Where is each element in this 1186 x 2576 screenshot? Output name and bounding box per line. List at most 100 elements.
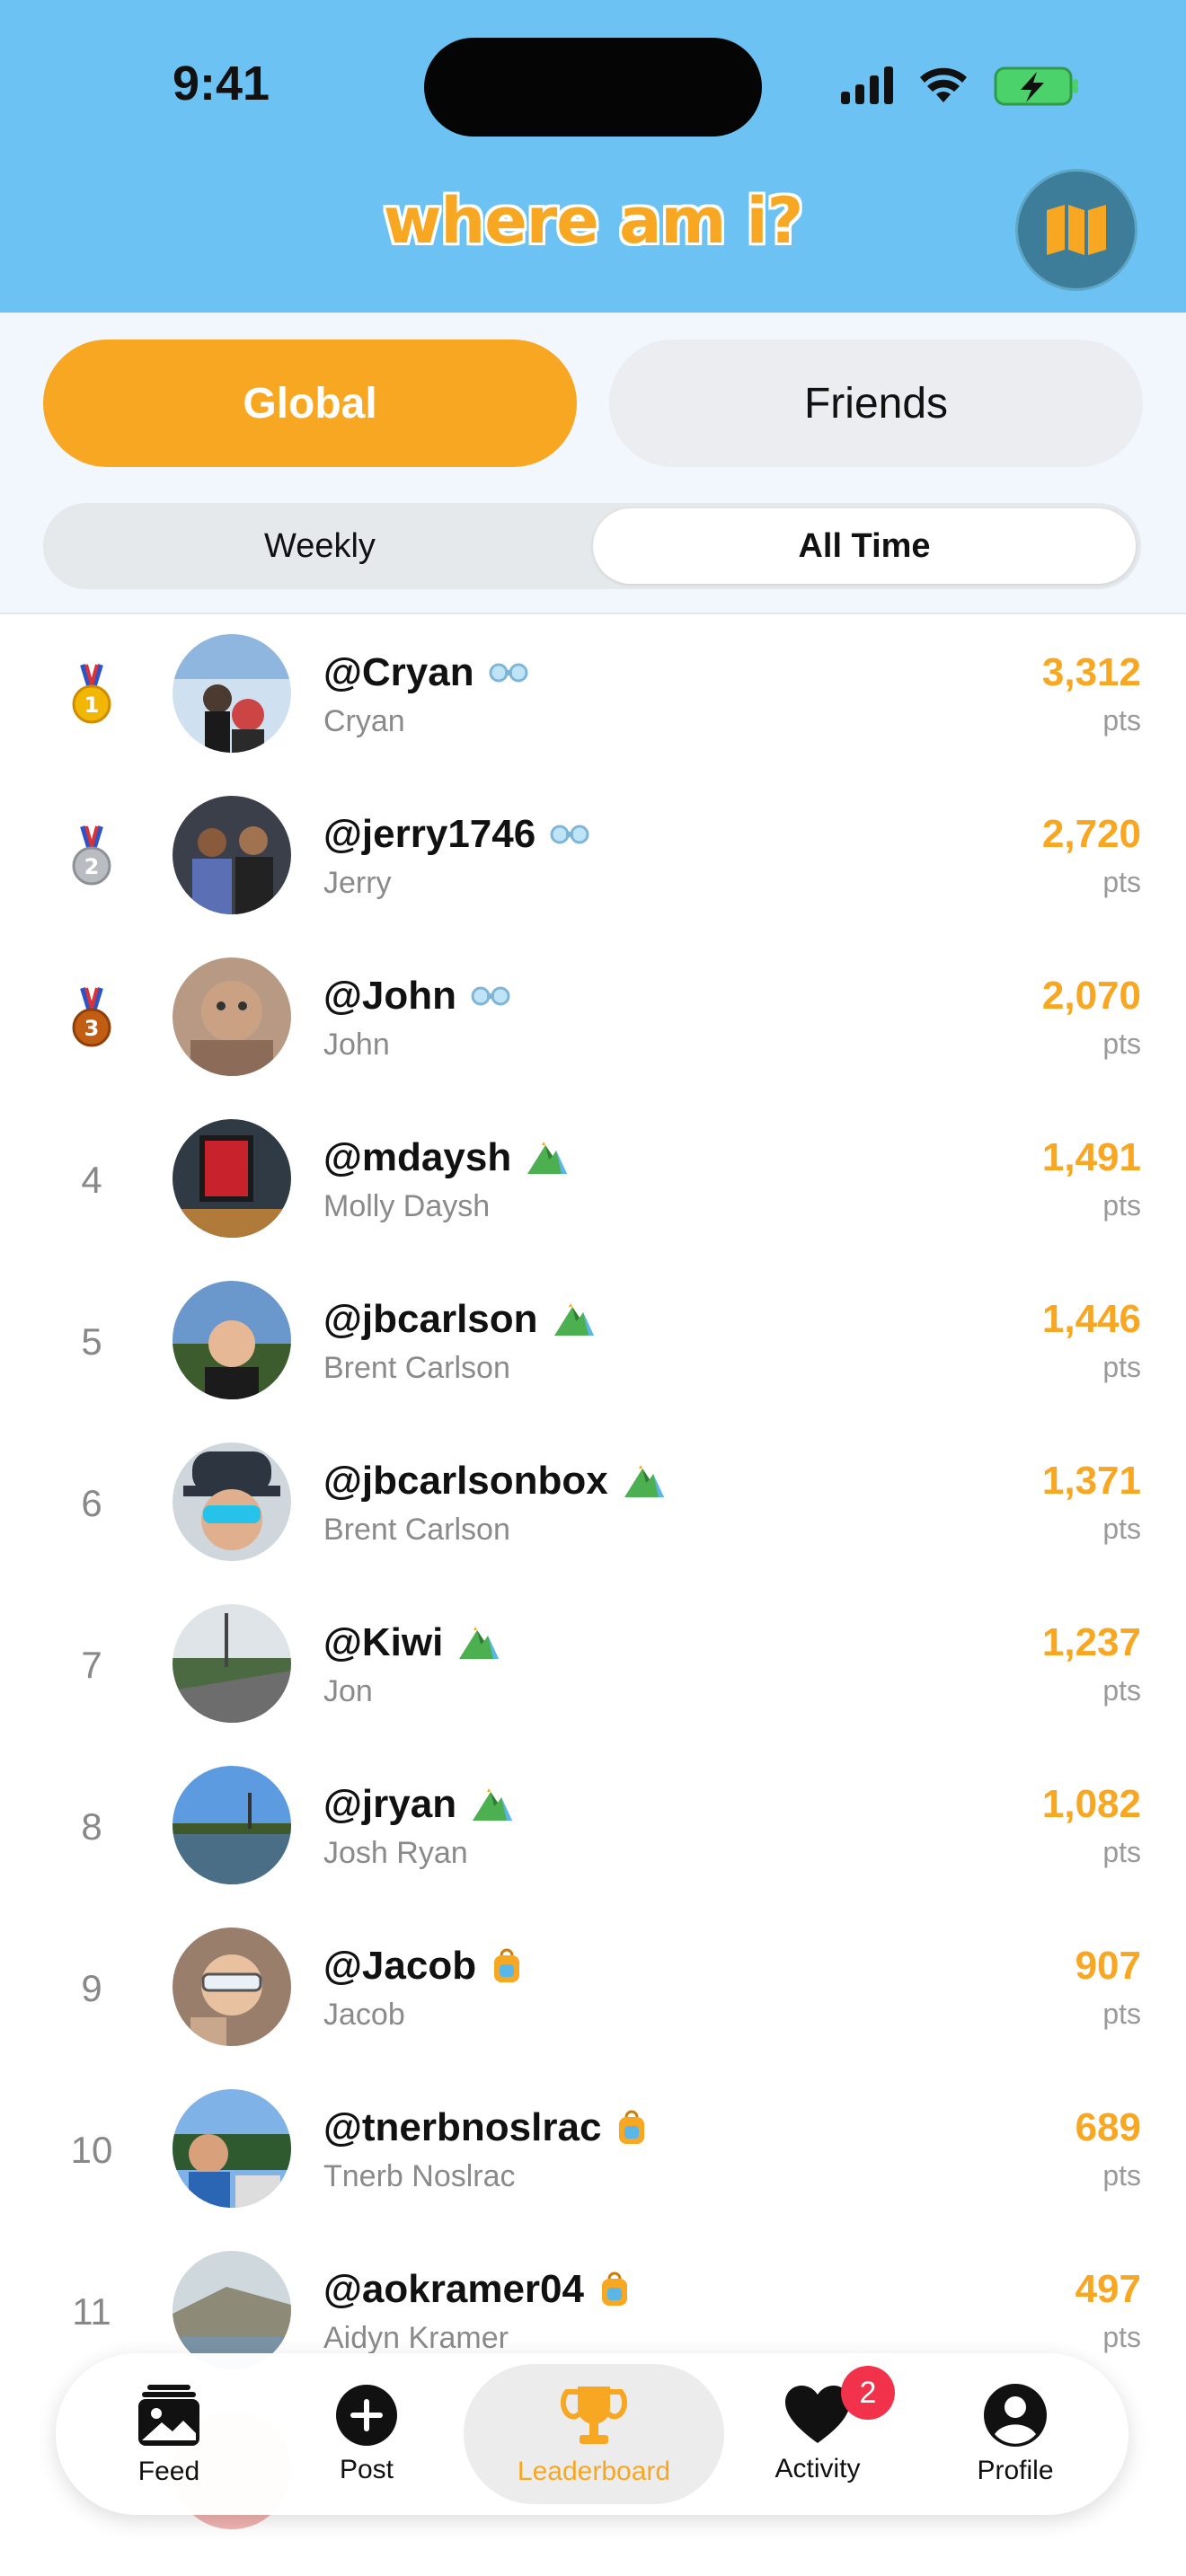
leaderboard-row[interactable]: 5 @jbcarlson Brent Carlson 1,446 pts bbox=[0, 1261, 1186, 1423]
avatar bbox=[173, 957, 291, 1076]
points-value: 1,491 bbox=[1041, 1135, 1141, 1179]
points-label: pts bbox=[1102, 704, 1141, 737]
tab-leaderboard-label: Leaderboard bbox=[517, 2457, 671, 2486]
trophy-icon bbox=[560, 2386, 628, 2444]
signal-icon bbox=[841, 66, 893, 104]
username-text: @tnerbnoslrac bbox=[323, 2105, 602, 2149]
leaderboard-row[interactable]: 6 @jbcarlsonbox Brent Carlson 1,371 pts bbox=[0, 1423, 1186, 1584]
avatar bbox=[173, 634, 291, 753]
username: @Cryan bbox=[323, 650, 528, 695]
points-value: 689 bbox=[1075, 2105, 1141, 2149]
rank-number: 8 bbox=[81, 1805, 102, 1848]
map-icon bbox=[1047, 205, 1106, 255]
points-label: pts bbox=[1102, 1674, 1141, 1707]
app-header: 9:41 where am i? bbox=[0, 0, 1186, 313]
binoculars-icon bbox=[550, 825, 589, 844]
avatar bbox=[173, 2089, 291, 2208]
leaderboard-row[interactable]: 8 @jryan Josh Ryan 1,082 pts bbox=[0, 1746, 1186, 1908]
status-icons bbox=[841, 66, 1078, 106]
points-label: pts bbox=[1102, 1513, 1141, 1545]
points-value: 1,446 bbox=[1041, 1297, 1141, 1341]
leaderboard-row[interactable]: 9 @Jacob Jacob 907 pts bbox=[0, 1908, 1186, 2069]
points-label: pts bbox=[1102, 1836, 1141, 1868]
tab-feed[interactable]: Feed bbox=[79, 2353, 259, 2515]
tab-post[interactable]: Post bbox=[277, 2353, 456, 2515]
rank-number: 10 bbox=[70, 2129, 113, 2171]
wifi-icon bbox=[920, 67, 967, 102]
leaderboard-row[interactable]: 1 @Cryan Cryan 3,312 pts bbox=[0, 614, 1186, 776]
rank-number: 4 bbox=[81, 1159, 102, 1201]
username-text: @jerry1746 bbox=[323, 812, 536, 856]
mountain-icon bbox=[624, 1465, 664, 1497]
app-title: where am i? bbox=[383, 184, 804, 258]
leaderboard-row[interactable]: 10 @tnerbnoslrac Tnerb Noslrac 689 pts bbox=[0, 2069, 1186, 2231]
points-value: 2,720 bbox=[1041, 812, 1141, 856]
username: @mdaysh bbox=[323, 1135, 569, 1180]
username-text: @jbcarlson bbox=[323, 1297, 538, 1341]
display-name: Jon bbox=[323, 1674, 373, 1708]
username-text: @jbcarlsonbox bbox=[323, 1459, 608, 1503]
username-text: @Cryan bbox=[323, 650, 474, 694]
binoculars-icon bbox=[489, 663, 528, 683]
username: @Jacob bbox=[323, 1944, 523, 1989]
avatar bbox=[173, 1928, 291, 2046]
points-label: pts bbox=[1102, 1998, 1141, 2030]
username: @John bbox=[323, 974, 510, 1019]
tab-friends[interactable]: Friends bbox=[609, 340, 1143, 467]
leaderboard-row[interactable]: 3 @John John 2,070 pts bbox=[0, 938, 1186, 1099]
svg-text:3: 3 bbox=[84, 1016, 100, 1041]
leaderboard-row[interactable]: 4 @mdaysh Molly Daysh 1,491 pts bbox=[0, 1099, 1186, 1261]
filter-controls: Global Friends Weekly All Time bbox=[0, 313, 1186, 614]
username-text: @jryan bbox=[323, 1782, 457, 1826]
leaderboard-list: 1 @Cryan Cryan 3,312 pts 2 @jerry1746 Je… bbox=[0, 614, 1186, 2393]
points-label: pts bbox=[1102, 1028, 1141, 1060]
tab-post-label: Post bbox=[339, 2455, 394, 2484]
username: @jryan bbox=[323, 1782, 514, 1827]
display-name: Cryan bbox=[323, 704, 405, 738]
display-name: Jerry bbox=[323, 866, 392, 900]
leaderboard-row[interactable]: 7 @Kiwi Jon 1,237 pts bbox=[0, 1584, 1186, 1746]
points-value: 1,082 bbox=[1041, 1782, 1141, 1826]
person-circle-icon bbox=[984, 2384, 1047, 2447]
username-text: @aokramer04 bbox=[323, 2267, 584, 2311]
bottom-tab-bar: Feed Post Leaderboard Activity 2 Profile bbox=[56, 2353, 1128, 2515]
username-text: @Kiwi bbox=[323, 1620, 444, 1664]
display-name: Jacob bbox=[323, 1998, 405, 2032]
avatar bbox=[173, 796, 291, 914]
mountain-icon bbox=[473, 1788, 513, 1821]
tab-activity-label: Activity bbox=[774, 2454, 861, 2483]
username: @aokramer04 bbox=[323, 2267, 631, 2312]
mountain-icon bbox=[459, 1627, 500, 1659]
tab-leaderboard[interactable]: Leaderboard bbox=[504, 2353, 684, 2515]
binoculars-icon bbox=[471, 986, 510, 1006]
bronze-medal-icon: 3 bbox=[72, 987, 111, 1047]
points-label: pts bbox=[1102, 2321, 1141, 2353]
avatar bbox=[173, 1604, 291, 1723]
username-text: @mdaysh bbox=[323, 1135, 512, 1179]
username-text: @John bbox=[323, 974, 457, 1018]
display-name: Brent Carlson bbox=[323, 1513, 510, 1547]
display-name: Aidyn Kramer bbox=[323, 2321, 509, 2355]
rank-number: 6 bbox=[81, 1482, 102, 1524]
points-value: 2,070 bbox=[1041, 974, 1141, 1018]
tab-profile[interactable]: Profile bbox=[925, 2353, 1105, 2515]
plus-circle-icon bbox=[336, 2385, 397, 2446]
points-value: 3,312 bbox=[1041, 650, 1141, 694]
mountain-icon bbox=[553, 1303, 594, 1336]
avatar bbox=[173, 2251, 291, 2369]
map-button[interactable] bbox=[1015, 169, 1137, 291]
photo-stack-icon bbox=[138, 2385, 199, 2446]
tab-global[interactable]: Global bbox=[43, 340, 577, 467]
tab-all-time[interactable]: All Time bbox=[593, 508, 1136, 584]
tab-weekly[interactable]: Weekly bbox=[49, 508, 591, 584]
display-name: John bbox=[323, 1028, 390, 1062]
username: @jbcarlsonbox bbox=[323, 1459, 666, 1504]
leaderboard-row[interactable]: 2 @jerry1746 Jerry 2,720 pts bbox=[0, 776, 1186, 938]
rank-medal: 1 bbox=[45, 614, 138, 776]
silver-medal-icon: 2 bbox=[72, 825, 111, 886]
points-label: pts bbox=[1102, 866, 1141, 898]
rank-number: 7 bbox=[81, 1644, 102, 1686]
gold-medal-icon: 1 bbox=[72, 664, 111, 724]
rank-medal: 3 bbox=[45, 938, 138, 1099]
backpack-icon bbox=[619, 2110, 645, 2144]
